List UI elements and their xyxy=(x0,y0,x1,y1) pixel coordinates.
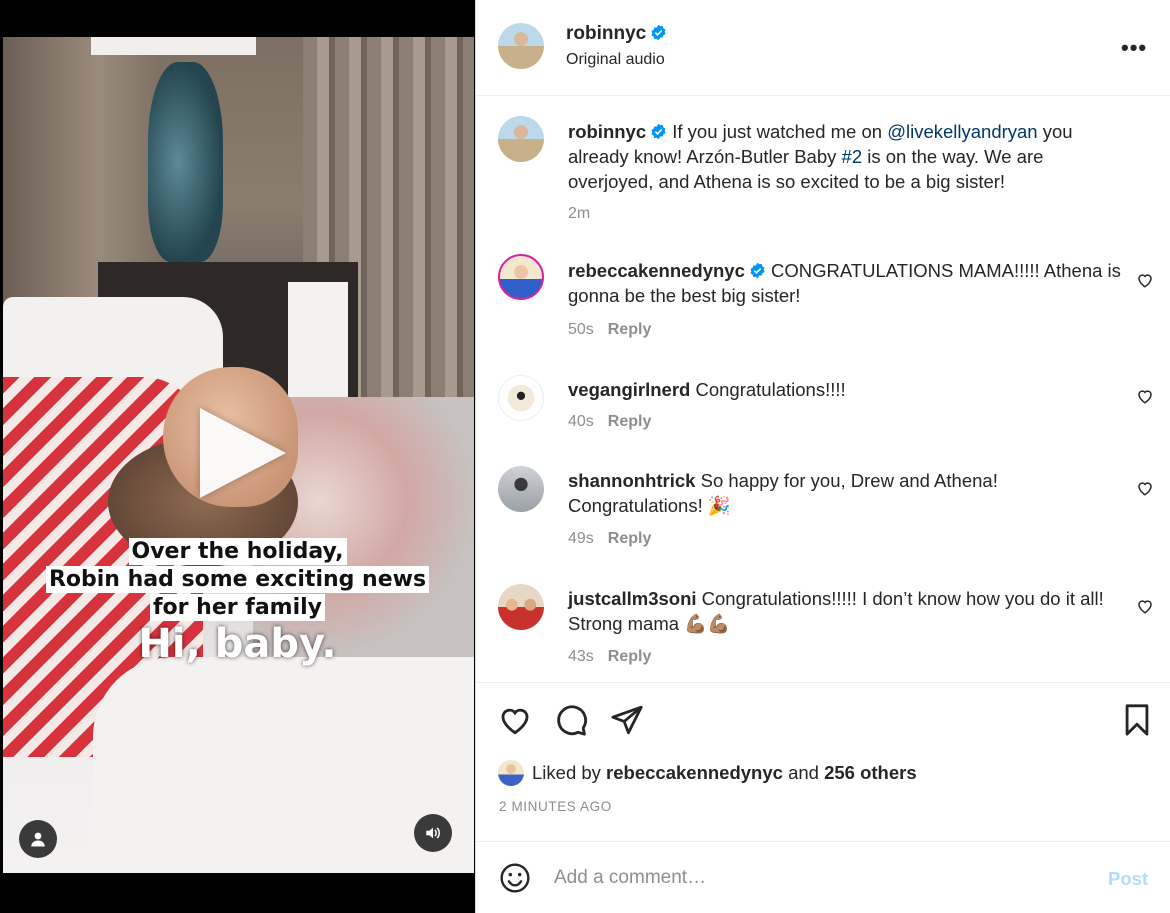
comment-text-row: justcallm3soni Congratulations!!!!! I do… xyxy=(568,586,1123,636)
likes-summary: Liked by rebeccakennedynyc and 256 other… xyxy=(498,760,917,786)
comment-username[interactable]: shannonhtrick xyxy=(568,470,695,491)
comment-meta: 43s Reply xyxy=(568,648,651,666)
likes-prefix: Liked by xyxy=(532,762,601,783)
avatar[interactable] xyxy=(498,375,544,421)
original-audio-link[interactable]: Original audio xyxy=(566,51,665,69)
avatar[interactable] xyxy=(498,254,544,300)
post-media: Over the holiday, Robin had some excitin… xyxy=(0,0,475,913)
caption-line-3: for her family xyxy=(149,594,326,621)
video-scene-drawer xyxy=(288,282,348,397)
comment-text-row: shannonhtrick So happy for you, Drew and… xyxy=(568,468,1123,518)
comment-time: 40s xyxy=(568,413,594,430)
caption-line-1: Over the holiday, xyxy=(128,538,347,565)
comment-time: 49s xyxy=(568,530,594,547)
avatar[interactable] xyxy=(498,116,544,162)
caption-big-text: Hi, baby. xyxy=(138,621,337,667)
verified-badge-icon xyxy=(651,123,666,140)
caption-time: 2m xyxy=(568,205,591,222)
post-details-panel: robinnyc Original audio ••• robinnyc If … xyxy=(475,0,1170,913)
emoji-icon[interactable] xyxy=(499,862,531,894)
user-tag-icon[interactable] xyxy=(19,820,57,858)
bookmark-icon[interactable] xyxy=(1120,703,1154,737)
header-username[interactable]: robinnyc xyxy=(566,23,646,44)
heart-icon[interactable] xyxy=(1136,387,1154,405)
avatar[interactable] xyxy=(498,760,524,786)
comment-text: Congratulations!!!! xyxy=(695,379,846,400)
sound-icon[interactable] xyxy=(414,814,452,852)
comment-meta: 50s Reply xyxy=(568,321,651,339)
likes-middle: and xyxy=(788,762,819,783)
heart-icon[interactable] xyxy=(1136,271,1154,289)
hashtag-link[interactable]: #2 xyxy=(842,146,863,167)
share-icon[interactable] xyxy=(610,703,644,737)
add-comment-bar: Post xyxy=(476,841,1170,913)
comment-text-row: vegangirlnerd Congratulations!!!! xyxy=(568,377,1123,402)
more-options-icon[interactable]: ••• xyxy=(1121,35,1147,61)
comment-text-row: rebeccakennedynyc CONGRATULATIONS MAMA!!… xyxy=(568,258,1123,308)
comment-meta: 40s Reply xyxy=(568,413,651,431)
post-caption-text: robinnyc If you just watched me on @live… xyxy=(568,119,1123,194)
heart-icon[interactable] xyxy=(1136,597,1154,615)
likes-others[interactable]: 256 others xyxy=(824,762,917,784)
comment-username[interactable]: rebeccakennedynyc xyxy=(568,260,745,281)
post-timestamp: 2 MINUTES AGO xyxy=(499,799,612,814)
caption-username[interactable]: robinnyc xyxy=(568,121,646,142)
reply-button[interactable]: Reply xyxy=(608,530,652,547)
verified-badge-icon xyxy=(750,262,765,279)
comment-meta: 49s Reply xyxy=(568,530,651,548)
mention-link[interactable]: @livekellyandryan xyxy=(887,121,1037,142)
heart-icon[interactable] xyxy=(1136,479,1154,497)
reply-button[interactable]: Reply xyxy=(608,321,652,338)
comment-input[interactable] xyxy=(554,864,1074,892)
post-header: robinnyc Original audio ••• xyxy=(476,0,1170,96)
comment-username[interactable]: vegangirlnerd xyxy=(568,379,690,400)
header-username-row: robinnyc xyxy=(566,23,667,45)
reply-button[interactable]: Reply xyxy=(608,413,652,430)
caption-line-2: Robin had some exciting news xyxy=(45,566,430,593)
comment-time: 43s xyxy=(568,648,594,665)
avatar[interactable] xyxy=(498,23,544,69)
likes-user[interactable]: rebeccakennedynyc xyxy=(606,762,783,784)
comment-icon[interactable] xyxy=(554,703,588,737)
reply-button[interactable]: Reply xyxy=(608,648,652,665)
video-scene-lamp xyxy=(148,62,223,262)
post-comment-button[interactable]: Post xyxy=(1108,868,1148,890)
video-scene-lamp-shade xyxy=(91,37,256,55)
video-caption: Over the holiday, Robin had some excitin… xyxy=(0,538,475,666)
play-icon[interactable] xyxy=(200,408,286,498)
comment-username[interactable]: justcallm3soni xyxy=(568,588,697,609)
avatar[interactable] xyxy=(498,584,544,630)
verified-badge-icon xyxy=(651,24,666,41)
avatar[interactable] xyxy=(498,466,544,512)
comment-time: 50s xyxy=(568,321,594,338)
heart-icon[interactable] xyxy=(498,703,532,737)
caption-text-part1: If you just watched me on xyxy=(672,121,888,142)
